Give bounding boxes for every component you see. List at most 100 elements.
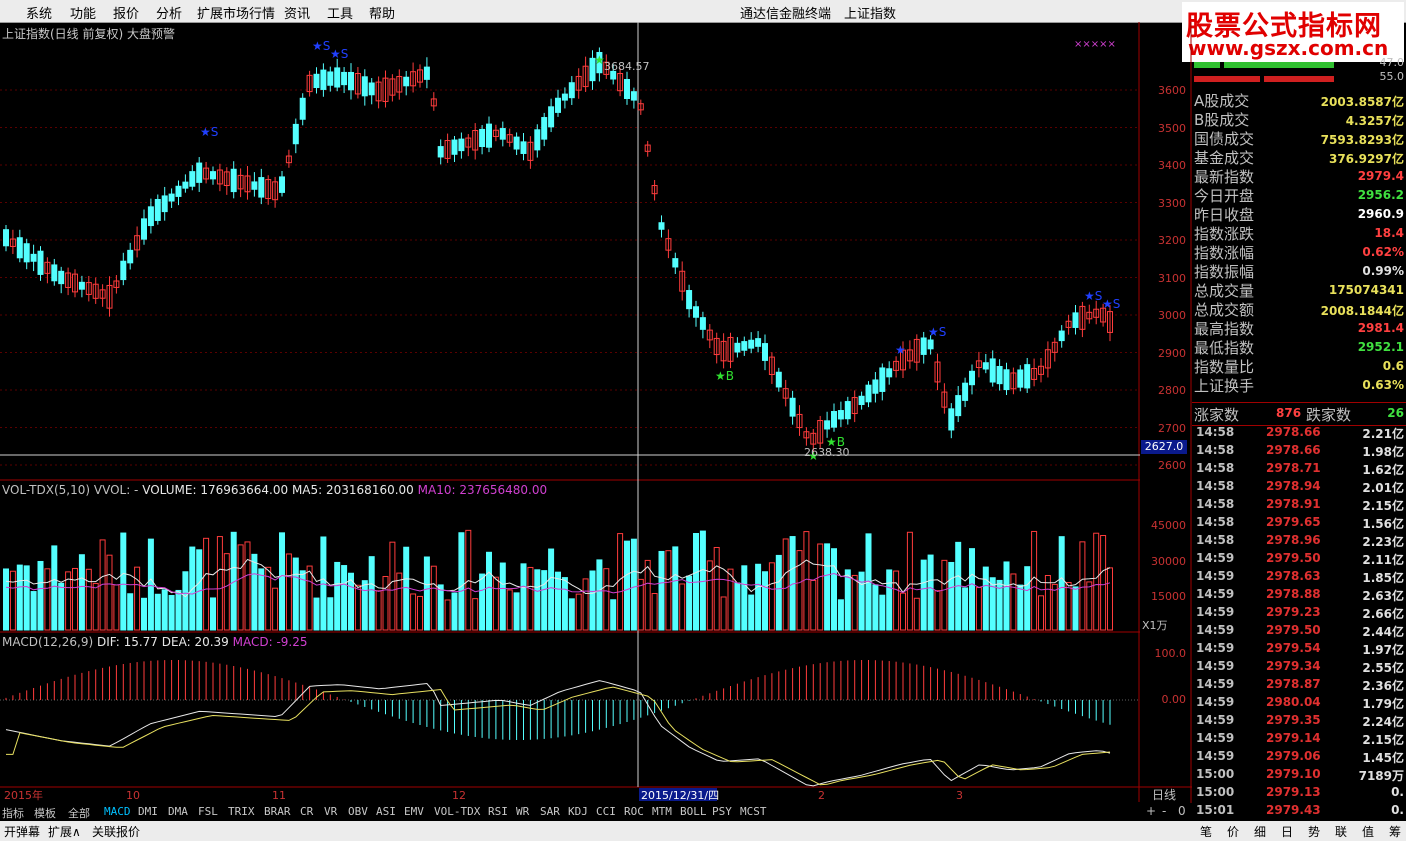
right-tab-1[interactable]: 价 [1227, 823, 1239, 840]
trade-volume: 2.21亿 [1362, 427, 1404, 441]
menu-info[interactable]: 资讯 [284, 3, 310, 22]
trade-row: 15:00 2979.13 0. [1192, 785, 1406, 803]
trade-volume: 2.23亿 [1362, 535, 1404, 549]
period-label[interactable]: 日线 [1152, 788, 1176, 802]
tab-roc[interactable]: ROC [624, 805, 644, 818]
date-label: 10 [126, 789, 140, 802]
volume-bar [1031, 530, 1038, 631]
volume-bar [223, 553, 230, 631]
volume-bar [141, 597, 147, 631]
nav-minus-button[interactable]: - [1162, 804, 1166, 818]
menu-function[interactable]: 功能 [70, 3, 96, 22]
nav-zero-button[interactable]: 0 [1178, 804, 1186, 818]
stat-value: 18.4 [1374, 226, 1404, 240]
trade-price: 2979.23 [1266, 605, 1321, 619]
trade-time: 15:00 [1196, 767, 1235, 781]
volume-bar [175, 589, 182, 631]
danmaku-button[interactable]: 开弹幕 [4, 823, 40, 840]
volume-bar [51, 545, 58, 631]
volume-bar [513, 592, 520, 631]
tab-dma[interactable]: DMA [168, 805, 188, 818]
tab-asi[interactable]: ASI [376, 805, 396, 818]
tab-sar[interactable]: SAR [540, 805, 560, 818]
tab-mcst[interactable]: MCST [740, 805, 767, 818]
volume-bar [285, 553, 292, 631]
volume-bar [851, 574, 858, 631]
tab-emv[interactable]: EMV [404, 805, 424, 818]
tab-fsl[interactable]: FSL [198, 805, 218, 818]
volume-bar [1093, 532, 1100, 631]
tab-vol-tdx[interactable]: VOL-TDX [434, 805, 480, 818]
right-tab-2[interactable]: 细 [1254, 823, 1266, 840]
tab-指标[interactable]: 指标 [2, 805, 24, 821]
volume-bar [713, 546, 720, 631]
trade-row: 14:59 2979.23 2.66亿 [1192, 605, 1406, 623]
volume-bar [644, 559, 651, 631]
volume-bar [720, 596, 727, 631]
menu-analysis[interactable]: 分析 [156, 3, 182, 22]
menu-quote[interactable]: 报价 [113, 3, 139, 22]
tab-cr[interactable]: CR [300, 805, 313, 818]
stat-row: 总成交额 2008.1844亿 [1192, 299, 1406, 319]
right-tab-0[interactable]: 笔 [1200, 823, 1212, 840]
tab-brar[interactable]: BRAR [264, 805, 291, 818]
tab-wr[interactable]: WR [516, 805, 529, 818]
tab-cci[interactable]: CCI [596, 805, 616, 818]
trade-time: 14:59 [1196, 659, 1235, 673]
vol-ma5: MA5: 203168160.00 [291, 483, 414, 497]
tab-macd[interactable]: MACD [104, 805, 131, 818]
trade-price: 2978.94 [1266, 479, 1321, 493]
menu-extended-market[interactable]: 扩展市场行情 [197, 3, 275, 22]
volume-bar [575, 593, 582, 631]
nav-plus-button[interactable]: + [1146, 804, 1156, 818]
trade-price: 2978.66 [1266, 425, 1321, 439]
volume-bar [624, 540, 630, 631]
volume-bar [824, 543, 831, 631]
tab-mtm[interactable]: MTM [652, 805, 672, 818]
volume-bar [755, 563, 762, 631]
stat-value: 2008.1844亿 [1320, 304, 1404, 318]
tab-rsi[interactable]: RSI [488, 805, 508, 818]
price-axis-label: 3600 [1158, 84, 1186, 97]
tab-全部[interactable]: 全部 [68, 805, 90, 821]
trade-volume: 1.85亿 [1362, 571, 1404, 585]
volume-bar [313, 597, 320, 631]
volume-bar [1065, 582, 1072, 631]
related-quote-button[interactable]: 关联报价 [92, 823, 140, 840]
extend-button[interactable]: 扩展∧ [48, 823, 81, 840]
right-tab-3[interactable]: 日 [1281, 823, 1293, 840]
tab-psy[interactable]: PSY [712, 805, 732, 818]
volume-bar [596, 559, 603, 631]
volume-bar [37, 560, 44, 631]
tab-boll[interactable]: BOLL [680, 805, 707, 818]
tab-kdj[interactable]: KDJ [568, 805, 588, 818]
trade-row: 14:59 2978.63 1.85亿 [1192, 569, 1406, 587]
stat-row: 最低指数 2952.1 [1192, 337, 1406, 357]
kline-chart-area[interactable]: ★S ★S ★S ★ ★B ★B ★ ★S ★ ★S ★S ××××× 3684… [0, 22, 1192, 825]
tab-vr[interactable]: VR [324, 805, 337, 818]
menu-help[interactable]: 帮助 [369, 3, 395, 22]
date-label: 2015年 [4, 788, 43, 802]
trade-row: 14:59 2979.14 2.15亿 [1192, 731, 1406, 749]
right-tab-4[interactable]: 势 [1308, 823, 1320, 840]
volume-bar [65, 571, 72, 631]
trade-price: 2978.87 [1266, 677, 1321, 691]
volume-bar [16, 564, 23, 631]
right-tab-7[interactable]: 筹 [1389, 823, 1401, 840]
price-gridlines [0, 89, 1139, 466]
menu-tools[interactable]: 工具 [327, 3, 353, 22]
volume-bar [803, 531, 810, 631]
trade-price: 2979.65 [1266, 515, 1321, 529]
price-axis-label: 3000 [1158, 309, 1186, 322]
tab-模板[interactable]: 模板 [34, 805, 56, 821]
right-tab-6[interactable]: 值 [1362, 823, 1374, 840]
vol-axis-label: 15000 [1151, 590, 1186, 603]
volume-bar [375, 590, 382, 631]
volume-bar [561, 577, 568, 631]
tab-trix[interactable]: TRIX [228, 805, 255, 818]
stat-value: 2979.4 [1357, 169, 1404, 183]
tab-obv[interactable]: OBV [348, 805, 368, 818]
tab-dmi[interactable]: DMI [138, 805, 158, 818]
menu-system[interactable]: 系统 [26, 3, 52, 22]
right-tab-5[interactable]: 联 [1335, 823, 1347, 840]
